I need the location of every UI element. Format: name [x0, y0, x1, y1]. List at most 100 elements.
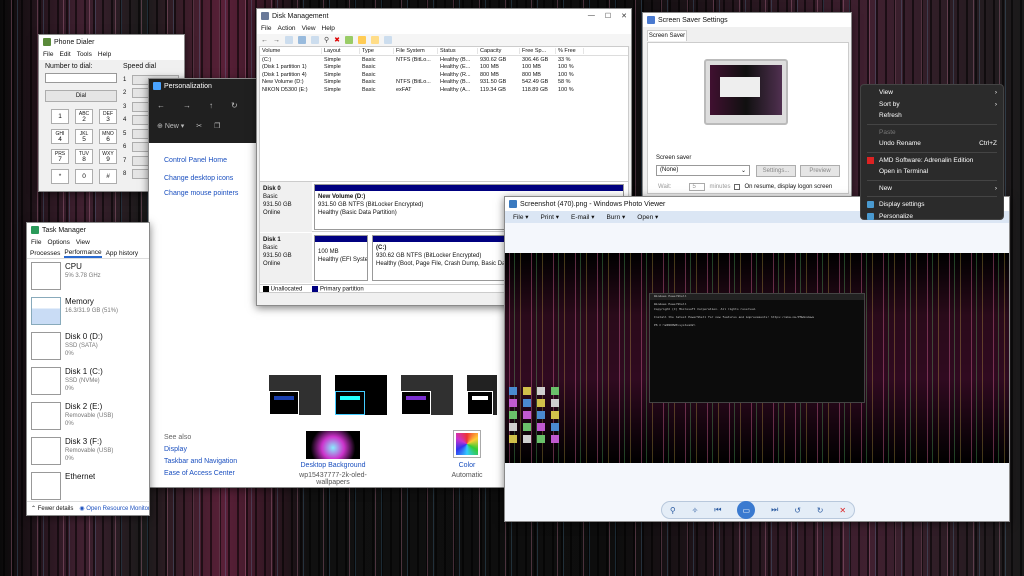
check-icon[interactable] — [345, 36, 354, 44]
open-resource-monitor-link[interactable]: ◉ Open Resource Monitor — [79, 505, 149, 512]
resume-checkbox[interactable] — [734, 184, 741, 190]
menu-item-burn[interactable]: Burn ▾ — [606, 213, 625, 221]
control-panel-link[interactable]: Control Panel Home — [164, 153, 238, 168]
menu-item-view[interactable]: View — [76, 239, 90, 246]
menu-item-file[interactable]: File ▾ — [513, 213, 529, 221]
folder-icon[interactable] — [358, 36, 367, 44]
table-icon[interactable] — [285, 36, 293, 44]
table-row[interactable]: New Volume (D:) Simple Basic NTFS (BitLo...… — [260, 79, 628, 87]
column-header[interactable]: Free Sp... — [520, 48, 556, 54]
keypad-button[interactable]: 0 — [75, 169, 93, 184]
see-also-link[interactable]: Display — [164, 444, 237, 456]
settings-button[interactable]: Settings... — [756, 165, 796, 177]
performance-item[interactable]: Disk 1 (C:) SSD (NVMe) 0% — [27, 364, 149, 399]
menu-item-view[interactable]: View — [302, 25, 316, 32]
back-icon[interactable]: ← — [261, 37, 268, 44]
performance-item[interactable]: CPU 5% 3.78 GHz — [27, 259, 149, 294]
context-menu-item[interactable]: Refresh — [861, 110, 1003, 122]
maximize-icon[interactable]: ☐ — [605, 12, 611, 20]
context-menu-item[interactable]: Undo Rename Ctrl+Z — [861, 138, 1003, 150]
keypad-button[interactable]: GHI 4 — [51, 129, 69, 144]
keypad-button[interactable]: JKL 5 — [75, 129, 93, 144]
control-panel-link[interactable]: Change desktop icons — [164, 171, 238, 186]
disk1-info[interactable]: Disk 1 Basic 931.50 GB Online — [260, 233, 312, 283]
tab-apphistory[interactable]: App history — [106, 250, 139, 257]
keypad-button[interactable]: PRS 7 — [51, 149, 69, 164]
cut-icon[interactable]: ✂ — [196, 122, 202, 130]
keypad-button[interactable]: WXY 9 — [99, 149, 117, 164]
minimize-icon[interactable]: — — [588, 12, 595, 20]
number-input[interactable] — [45, 73, 117, 83]
color-item[interactable]: Color Automatic — [445, 431, 489, 479]
delete-icon[interactable]: ✕ — [839, 506, 846, 515]
preview-button[interactable]: Preview — [800, 165, 840, 177]
menu-item-print[interactable]: Print ▾ — [541, 213, 559, 221]
menu-item-open[interactable]: Open ▾ — [637, 213, 658, 221]
control-panel-link[interactable]: Change mouse pointers — [164, 186, 238, 201]
table-row[interactable]: (Disk 1 partition 4) Simple Basic Healthy (… — [260, 71, 628, 79]
context-menu-item[interactable]: AMD Software: Adrenalin Edition — [861, 155, 1003, 167]
column-header[interactable]: Capacity — [478, 48, 520, 54]
slideshow-button[interactable]: ▭ — [737, 501, 756, 519]
menu-item-options[interactable]: Options — [47, 239, 69, 246]
see-also-link[interactable]: Taskbar and Navigation — [164, 456, 237, 468]
performance-item[interactable]: Ethernet — [27, 469, 149, 504]
zoom-icon[interactable]: ⚲ — [670, 506, 676, 515]
up-icon[interactable]: ↑ — [209, 101, 213, 110]
menu-item-help[interactable]: Help — [98, 51, 111, 58]
forward-icon[interactable]: → — [273, 37, 280, 44]
disk-management-titlebar[interactable]: Disk Management — ☐ ✕ — [257, 9, 631, 23]
table-row[interactable]: NIKON D5300 (E:) Simple Basic exFAT Healthy … — [260, 86, 628, 94]
task-manager-titlebar[interactable]: Task Manager — [27, 223, 149, 237]
fewer-details-button[interactable]: ⌃ Fewer details — [31, 505, 73, 512]
menu-item-file[interactable]: File — [31, 239, 41, 246]
keypad-button[interactable]: DEF 3 — [99, 109, 117, 124]
column-header[interactable]: Volume — [260, 48, 322, 54]
column-header[interactable]: File System — [394, 48, 438, 54]
menu-item-file[interactable]: File — [261, 25, 271, 32]
keypad-button[interactable]: ABC 2 — [75, 109, 93, 124]
desktop-background-item[interactable]: Desktop Background wp15437777-2k-oled-wa… — [285, 431, 381, 486]
context-menu-item[interactable]: View › — [861, 87, 1003, 99]
performance-item[interactable]: Memory 16.3/31.9 GB (51%) — [27, 294, 149, 329]
performance-item[interactable]: Disk 0 (D:) SSD (SATA) 0% — [27, 329, 149, 364]
context-menu-item[interactable]: Sort by › — [861, 99, 1003, 111]
menu-item-tools[interactable]: Tools — [77, 51, 92, 58]
menu-item-help[interactable]: Help — [322, 25, 335, 32]
new-button[interactable]: ⊕ New ▾ — [157, 122, 184, 130]
search-icon[interactable] — [371, 36, 380, 44]
screen-saver-select[interactable]: (None) ⌄ — [656, 165, 750, 176]
rotate-right-icon[interactable]: ↻ — [817, 506, 824, 515]
tab-performance[interactable]: Performance — [64, 249, 102, 258]
disk1-efi-partition[interactable]: 100 MB Healthy (EFI Syster — [314, 235, 368, 281]
properties-icon[interactable] — [311, 36, 319, 44]
keypad-button[interactable]: 1 — [51, 109, 69, 124]
refresh-icon[interactable]: ↻ — [231, 101, 238, 110]
performance-item[interactable]: Disk 2 (E:) Removable (USB) 0% — [27, 399, 149, 434]
context-menu-item[interactable]: Display settings — [861, 199, 1003, 211]
menu-item-edit[interactable]: Edit — [59, 51, 70, 58]
connect-icon[interactable]: ⚲ — [324, 36, 329, 44]
context-menu-item[interactable]: New › — [861, 183, 1003, 195]
rotate-left-icon[interactable]: ↺ — [794, 506, 801, 515]
see-also-link[interactable]: Ease of Access Center — [164, 468, 237, 480]
column-header[interactable]: Layout — [322, 48, 360, 54]
context-menu-item[interactable]: Personalize — [861, 211, 1003, 223]
menu-item-file[interactable]: File — [43, 51, 53, 58]
help-icon[interactable] — [298, 36, 306, 44]
disk0-info[interactable]: Disk 0 Basic 931.50 GB Online — [260, 182, 312, 232]
tab-processes[interactable]: Processes — [30, 250, 60, 257]
wait-input[interactable]: 5 — [689, 183, 706, 191]
delete-icon[interactable]: ✖ — [334, 36, 340, 44]
column-header[interactable]: % Free — [556, 48, 584, 54]
menu-item-email[interactable]: E-mail ▾ — [571, 213, 595, 221]
tab-screen-saver[interactable]: Screen Saver — [647, 30, 687, 41]
dial-button[interactable]: Dial — [45, 90, 117, 102]
keypad-button[interactable]: MNO 6 — [99, 129, 117, 144]
column-header[interactable]: Type — [360, 48, 394, 54]
keypad-button[interactable]: * — [51, 169, 69, 184]
context-menu-item[interactable]: Open in Terminal — [861, 166, 1003, 178]
previous-icon[interactable]: ⏮ — [714, 505, 721, 515]
copy-icon[interactable]: ❐ — [214, 122, 220, 130]
phone-dialer-titlebar[interactable]: Phone Dialer — [39, 35, 184, 49]
